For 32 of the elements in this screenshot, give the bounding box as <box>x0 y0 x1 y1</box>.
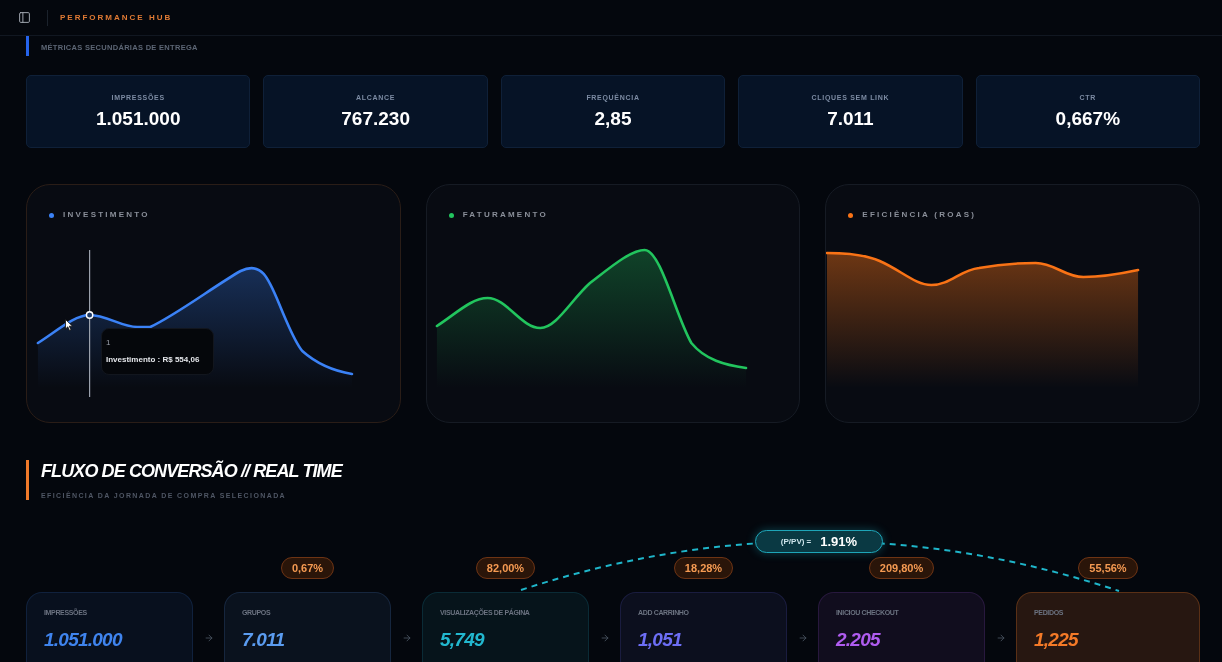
step-value: 7.011 <box>242 629 286 651</box>
step-value: 1,225 <box>1034 629 1080 651</box>
arrow-right-icon <box>401 633 412 643</box>
rate-badge: 55,56% <box>1078 557 1138 579</box>
app-title: PERFORMANCE HUB <box>60 12 173 23</box>
ratio-value: 1.91% <box>820 534 858 549</box>
kpi-value: 7.011 <box>827 107 874 131</box>
chart-title: FATURAMENTO <box>462 210 548 220</box>
section-title: FLUXO DE CONVERSÃO // REAL TIME <box>41 460 344 482</box>
step-value: 2.205 <box>836 629 882 651</box>
arrow-right-icon <box>995 633 1006 643</box>
arrow-right-icon <box>203 633 214 643</box>
chart-title: EFICIÊNCIA (ROAS) <box>862 210 977 220</box>
chart-title: INVESTIMENTO <box>63 210 150 220</box>
sidebar-icon[interactable] <box>18 11 31 24</box>
arrow-right-icon <box>599 633 610 643</box>
tooltip-value: Investimento : R$ 554,06 <box>106 355 201 365</box>
rate-badge: 209,80% <box>868 557 935 579</box>
rate-badge: 18,28% <box>673 557 734 579</box>
step-value: 1.051.000 <box>44 629 124 651</box>
mouse-pointer-icon <box>65 319 73 331</box>
tooltip-label: 1 <box>106 338 112 348</box>
step-value: 1,051 <box>638 629 683 651</box>
rate-badge: 82,00% <box>475 557 536 579</box>
kpi-value: 2,85 <box>594 107 632 131</box>
step-value: 5,749 <box>440 629 486 651</box>
kpi-value: 0,667% <box>1055 107 1121 131</box>
kpi-value: 767.230 <box>341 107 410 131</box>
rate-badge: 0,67% <box>280 557 335 579</box>
arrow-right-icon <box>797 633 808 643</box>
ratio-label: (P/PV) = <box>780 536 812 547</box>
kpi-value: 1.051.000 <box>95 107 181 131</box>
